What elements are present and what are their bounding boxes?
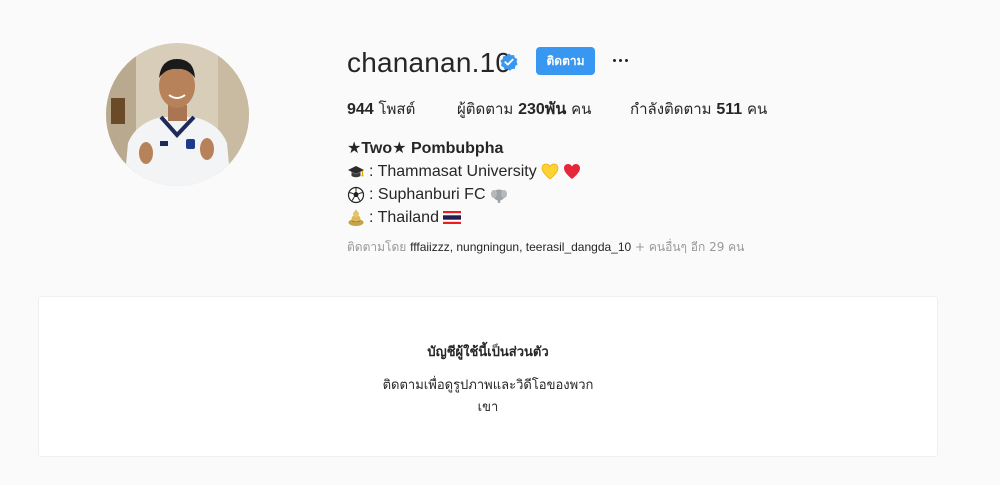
follow-button[interactable]: ติดตาม <box>536 47 595 75</box>
private-notice-subtitle: ติดตามเพื่อดูรูปภาพและวิดีโอของพวกเขา <box>382 378 594 415</box>
thailand-flag-icon <box>442 211 461 224</box>
following-count: 511 <box>716 101 743 118</box>
followed-by[interactable]: ติดตามโดย fffaiizzz, nungningun, teerasi… <box>347 238 744 257</box>
bio-line: : Thammasat University <box>347 160 581 183</box>
avatar-image <box>106 43 249 186</box>
bio-club: : Suphanburi FC <box>369 186 486 203</box>
following-label: กำลังติดตาม <box>630 100 712 118</box>
more-options-icon[interactable] <box>610 48 630 72</box>
posts-count: 944 <box>347 101 374 118</box>
bio-line: : Thailand <box>347 206 581 229</box>
yellow-heart-icon <box>541 163 559 180</box>
red-heart-icon <box>563 164 580 179</box>
elephant-icon <box>490 189 507 203</box>
profile-username: chananan.10 <box>347 47 512 78</box>
posts-stat: 944 โพสต์ <box>347 97 415 122</box>
avatar[interactable] <box>106 43 249 186</box>
posts-label: โพสต์ <box>378 100 416 118</box>
profile-bio: ★Two★ Pombubpha : Thammasat University :… <box>347 137 581 229</box>
followed-by-more: + คนอื่นๆ อีก 29 คน <box>635 240 745 254</box>
followers-stat[interactable]: ผู้ติดตาม 230พัน คน <box>457 97 591 122</box>
soccer-ball-icon <box>347 186 365 203</box>
followers-label: ผู้ติดตาม <box>457 100 514 118</box>
following-stat[interactable]: กำลังติดตาม 511 คน <box>630 97 767 122</box>
graduation-cap-icon <box>348 165 364 177</box>
private-account-notice: บัญชีผู้ใช้นี้เป็นส่วนตัว ติดตามเพื่อดูร… <box>38 296 938 457</box>
verified-badge-icon <box>500 53 518 71</box>
following-unit: คน <box>746 100 768 118</box>
followers-count: 230พัน <box>518 101 567 118</box>
followers-unit: คน <box>571 100 592 118</box>
bio-line: : Suphanburi FC <box>347 183 581 206</box>
bio-education: : Thammasat University <box>369 163 537 180</box>
private-notice-title: บัญชีผู้ใช้นี้เป็นส่วนตัว <box>427 345 549 360</box>
display-name: ★Two★ Pombubpha <box>347 140 504 157</box>
profile-stats: 944 โพสต์ ผู้ติดตาม 230พัน คน กำลังติดตา… <box>347 97 1000 121</box>
followed-by-names[interactable]: fffaiizzz, nungningun, teerasil_dangda_1… <box>410 240 631 254</box>
followed-by-label: ติดตามโดย <box>347 240 407 254</box>
buddha-icon <box>348 209 364 226</box>
bio-country: : Thailand <box>369 209 439 226</box>
